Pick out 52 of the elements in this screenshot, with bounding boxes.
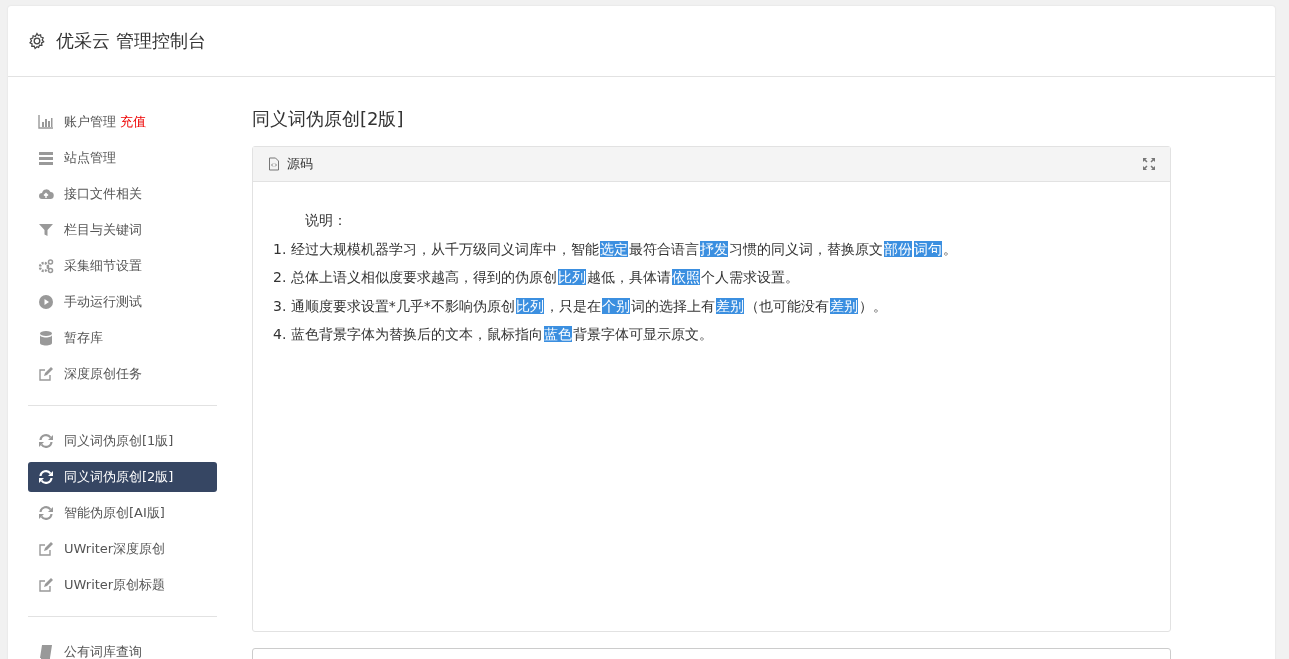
sidebar-item[interactable]: 暂存库 — [28, 323, 217, 353]
sidebar-item[interactable]: 手动运行测试 — [28, 287, 217, 317]
source-tab[interactable]: 源码 — [287, 155, 313, 173]
page-title: 同义词伪原创[2版] — [252, 107, 405, 131]
sidebar-item[interactable]: UWriter深度原创 — [28, 534, 217, 564]
edit-icon — [38, 577, 54, 593]
sidebar-item[interactable]: 账户管理 充值 — [28, 107, 217, 137]
sidebar-label: 站点管理 — [64, 149, 116, 167]
instruction-line: 1. 经过大规模机器学习，从千万级同义词库中，智能选定最符合语言抒发习惯的同义词，替换原文部份词句。 — [273, 239, 958, 259]
recharge-link[interactable]: 充值 — [120, 113, 146, 131]
cloud-upload-icon — [38, 186, 54, 202]
sidebar-label: 深度原创任务 — [64, 365, 142, 383]
instructions-heading: 说明： — [304, 211, 348, 230]
sidebar-label: 智能伪原创[AI版] — [64, 504, 165, 522]
sidebar-label: UWriter原创标题 — [64, 576, 166, 594]
sidebar-label: 暂存库 — [64, 329, 103, 347]
sidebar-item[interactable]: 站点管理 — [28, 143, 217, 173]
sidebar-item[interactable]: UWriter原创标题 — [28, 570, 217, 600]
bar-chart-icon — [38, 114, 54, 130]
sidebar-label: 公有词库查询 — [64, 643, 142, 659]
sidebar-item[interactable]: 同义词伪原创[2版] — [28, 462, 217, 492]
sidebar-label: 账户管理 — [64, 113, 116, 131]
sidebar-label: 栏目与关键词 — [64, 221, 142, 239]
settings-icon — [28, 32, 46, 50]
fullscreen-icon[interactable] — [1142, 157, 1156, 171]
sidebar-label: 接口文件相关 — [64, 185, 142, 203]
sidebar-label: 同义词伪原创[1版] — [64, 432, 174, 450]
refresh-icon — [38, 469, 54, 485]
sidebar-item[interactable]: 智能伪原创[AI版] — [28, 498, 217, 528]
sidebar-item[interactable]: 接口文件相关 — [28, 179, 217, 209]
sidebar-label: 采集细节设置 — [64, 257, 142, 275]
code-file-icon — [267, 157, 281, 171]
refresh-icon — [38, 505, 54, 521]
edit-icon — [38, 541, 54, 557]
sidebar-label: UWriter深度原创 — [64, 540, 166, 558]
sidebar-item[interactable]: 公有词库查询 — [28, 637, 217, 659]
database-icon — [38, 330, 54, 346]
sidebar-label: 同义词伪原创[2版] — [64, 468, 174, 486]
sidebar-item[interactable]: 同义词伪原创[1版] — [28, 426, 217, 456]
instruction-line: 4. 蓝色背景字体为替换后的文本，鼠标指向 蓝色背景字体可显示原文。 — [273, 325, 714, 344]
sidebar-label: 手动运行测试 — [64, 293, 142, 311]
sidebar-item[interactable]: 采集细节设置 — [28, 251, 217, 281]
instruction-line: 3. 通顺度要求设置*几乎*不影响伪原创 比列，只是在个别词的选择上有差别（也可能没有差别）。 — [273, 296, 888, 316]
play-icon — [38, 294, 54, 310]
filter-icon — [38, 222, 54, 238]
edit-icon — [38, 366, 54, 382]
sidebar-item[interactable]: 深度原创任务 — [28, 359, 217, 389]
app-title: 优采云 管理控制台 — [56, 29, 206, 53]
instruction-line: 2. 总体上语义相似度要求越高，得到的伪原创 比列越低，具体请依照个人需求设置。 — [273, 268, 800, 287]
server-icon — [38, 150, 54, 166]
refresh-icon — [38, 433, 54, 449]
sidebar-item[interactable]: 栏目与关键词 — [28, 215, 217, 245]
